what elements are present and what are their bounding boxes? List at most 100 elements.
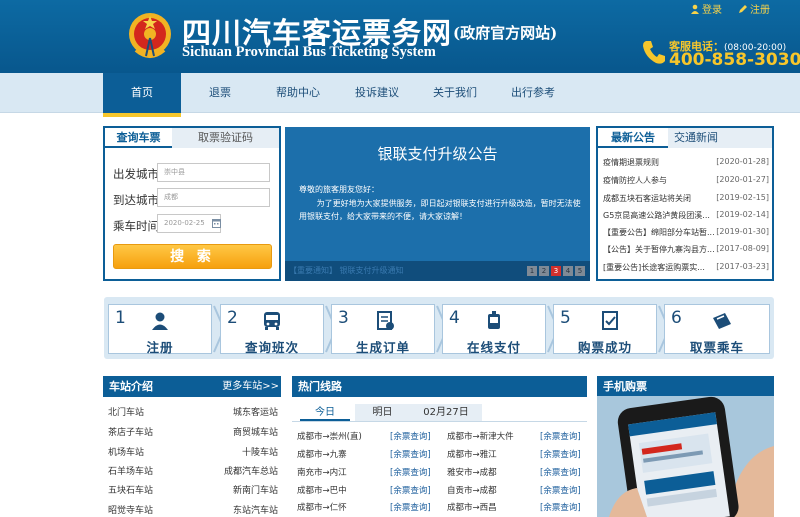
step-register[interactable]: 1 注册 [108,304,212,355]
tab-tomorrow[interactable]: 明日 [355,404,410,421]
carousel-page-4[interactable]: 4 [563,266,573,276]
route-name[interactable]: 成都市→新津大件 [447,430,514,442]
ticket-query-link[interactable]: [余票查询] [540,484,581,496]
to-city-label: 到达城市: [113,193,163,207]
step-order[interactable]: 3 生成订单 [331,304,435,355]
tab-pickup-code[interactable]: 取票验证码 [172,128,279,148]
login-label: 登录 [702,5,722,16]
step-number: 3 [338,308,349,328]
ticket-query-link[interactable]: [余票查询] [390,448,431,460]
ticket-query-link[interactable]: [余票查询] [540,501,581,513]
national-emblem-icon [129,13,171,58]
mobile-app-promo-image[interactable] [597,396,774,517]
route-name[interactable]: 成都市→巴中 [297,484,347,496]
station-link[interactable]: 新南门车站 [233,483,278,496]
ticket-query-link[interactable]: [余票查询] [390,430,431,442]
station-link[interactable]: 石羊场车站 [108,464,153,477]
route-name[interactable]: 成都市→西昌 [447,501,497,513]
nav-refund[interactable]: 退票 [190,73,250,113]
station-link[interactable]: 茶店子车站 [108,425,153,438]
route-name[interactable]: 自贡市→成都 [447,484,497,496]
news-date: [2017-08-09] [716,244,769,253]
carousel-page-3[interactable]: 3 [551,266,561,276]
station-row: 机场车站 十陵车站 [108,445,278,458]
ticket-query-link[interactable]: [余票查询] [390,466,431,478]
ticket-query-link[interactable]: [余票查询] [540,430,581,442]
stations-more-link[interactable]: 更多车站>> [222,376,279,397]
ticket-query-link[interactable]: [余票查询] [540,448,581,460]
search-button[interactable]: 搜 索 [113,244,272,269]
station-link[interactable]: 商贸城车站 [233,425,278,438]
site-header: 四川汽车客运票务网 (政府官方网站) Sichuan Provincial Bu… [0,0,800,73]
station-link[interactable]: 城东客运站 [233,405,278,418]
news-title: 成都五块石客运站将关闭 [603,194,691,203]
ticket-query-link[interactable]: [余票查询] [540,466,581,478]
ticket-query-link[interactable]: [余票查询] [390,501,431,513]
news-item[interactable]: 成都五块石客运站将关闭 [2019-02-15] [603,193,769,204]
route-name[interactable]: 南充市→内江 [297,466,347,478]
notice-carousel[interactable]: 银联支付升级公告 尊敬的旅客朋友您好： 为了更好地为大家提供服务，即日起对银联支… [285,127,590,281]
route-name[interactable]: 成都市→雅江 [447,448,497,460]
news-item[interactable]: 【公告】关于暂停九寨沟县方... [2017-08-09] [603,244,769,255]
notice-caption[interactable]: 【重要通知】 银联支付升级通知 [289,265,404,276]
news-item[interactable]: 疫情期退票规则 [2020-01-28] [603,157,769,168]
nav-complaint[interactable]: 投诉建议 [344,73,410,113]
carousel-page-2[interactable]: 2 [539,266,549,276]
news-item[interactable]: 疫情防控人人参与 [2020-01-27] [603,175,769,186]
route-name[interactable]: 成都市→崇州(直) [297,430,362,442]
step-label: 查询班次 [244,340,299,355]
station-link[interactable]: 北门车站 [108,405,144,418]
tab-day-after[interactable]: 02月27日 [410,404,482,421]
step-label: 生成订单 [355,340,410,355]
carousel-page-5[interactable]: 5 [575,266,585,276]
notice-greeting: 尊敬的旅客朋友您好： [299,185,379,194]
to-city-input[interactable]: 成都 [157,188,270,207]
calendar-icon[interactable] [212,218,221,228]
news-item[interactable]: 【重要公告】绵阳部分车站暂... [2019-01-30] [603,227,769,238]
bus-icon [264,312,280,330]
register-link[interactable]: 注册 [738,1,770,16]
step-label: 在线支付 [466,340,521,355]
stations-title: 车站介绍 [109,380,153,393]
step-label: 取票乘车 [689,340,744,355]
main-nav: 首页 退票 帮助中心 投诉建议 关于我们 出行参考 [0,73,800,117]
nav-travel[interactable]: 出行参考 [500,73,566,113]
news-item[interactable]: [重要公告]长途客运购票实... [2017-03-23] [603,262,769,273]
step-pickup[interactable]: 6 取票乘车 [664,304,770,355]
step-payment[interactable]: 4 在线支付 [442,304,546,355]
nav-help[interactable]: 帮助中心 [262,73,334,113]
mobile-title: 手机购票 [603,380,647,393]
login-link[interactable]: 登录 [690,1,722,16]
news-date: [2019-02-14] [716,210,769,219]
tab-ticket-search[interactable]: 查询车票 [105,128,172,148]
news-item[interactable]: G5京昆高速公路泸黄段团溪... [2019-02-14] [603,210,769,221]
carousel-page-1[interactable]: 1 [527,266,537,276]
station-link[interactable]: 成都汽车总站 [224,464,278,477]
tab-today[interactable]: 今日 [300,404,350,421]
routes-title: 热门线路 [298,380,342,393]
news-date: [2020-01-28] [716,157,769,166]
step-query[interactable]: 2 查询班次 [220,304,324,355]
tab-latest-notice[interactable]: 最新公告 [598,128,668,148]
ticket-query-link[interactable]: [余票查询] [390,484,431,496]
notice-title: 银联支付升级公告 [377,145,498,163]
route-name[interactable]: 成都市→仁怀 [297,501,347,513]
station-link[interactable]: 昭觉寺车站 [108,503,153,516]
routes-header: 热门线路 [292,376,587,397]
phone-icon [643,41,665,64]
nav-about[interactable]: 关于我们 [424,73,486,113]
station-link[interactable]: 十陵车站 [242,445,278,458]
from-city-input[interactable]: 崇中县 [157,163,270,182]
station-link[interactable]: 东站汽车站 [233,503,278,516]
edit-icon [739,4,747,13]
station-link[interactable]: 机场车站 [108,445,144,458]
step-success[interactable]: 5 购票成功 [553,304,657,355]
station-link[interactable]: 五块石车站 [108,483,153,496]
nav-home[interactable]: 首页 [103,73,181,117]
route-name[interactable]: 雅安市→成都 [447,466,497,478]
station-row: 北门车站 城东客运站 [108,405,278,418]
route-name[interactable]: 成都市→九寨 [297,448,347,460]
tab-traffic-news[interactable]: 交通新闻 [668,128,772,148]
notice-caption-bar: 【重要通知】 银联支付升级通知 1 2 3 4 5 [285,261,590,281]
station-row: 茶店子车站 商贸城车站 [108,425,278,438]
